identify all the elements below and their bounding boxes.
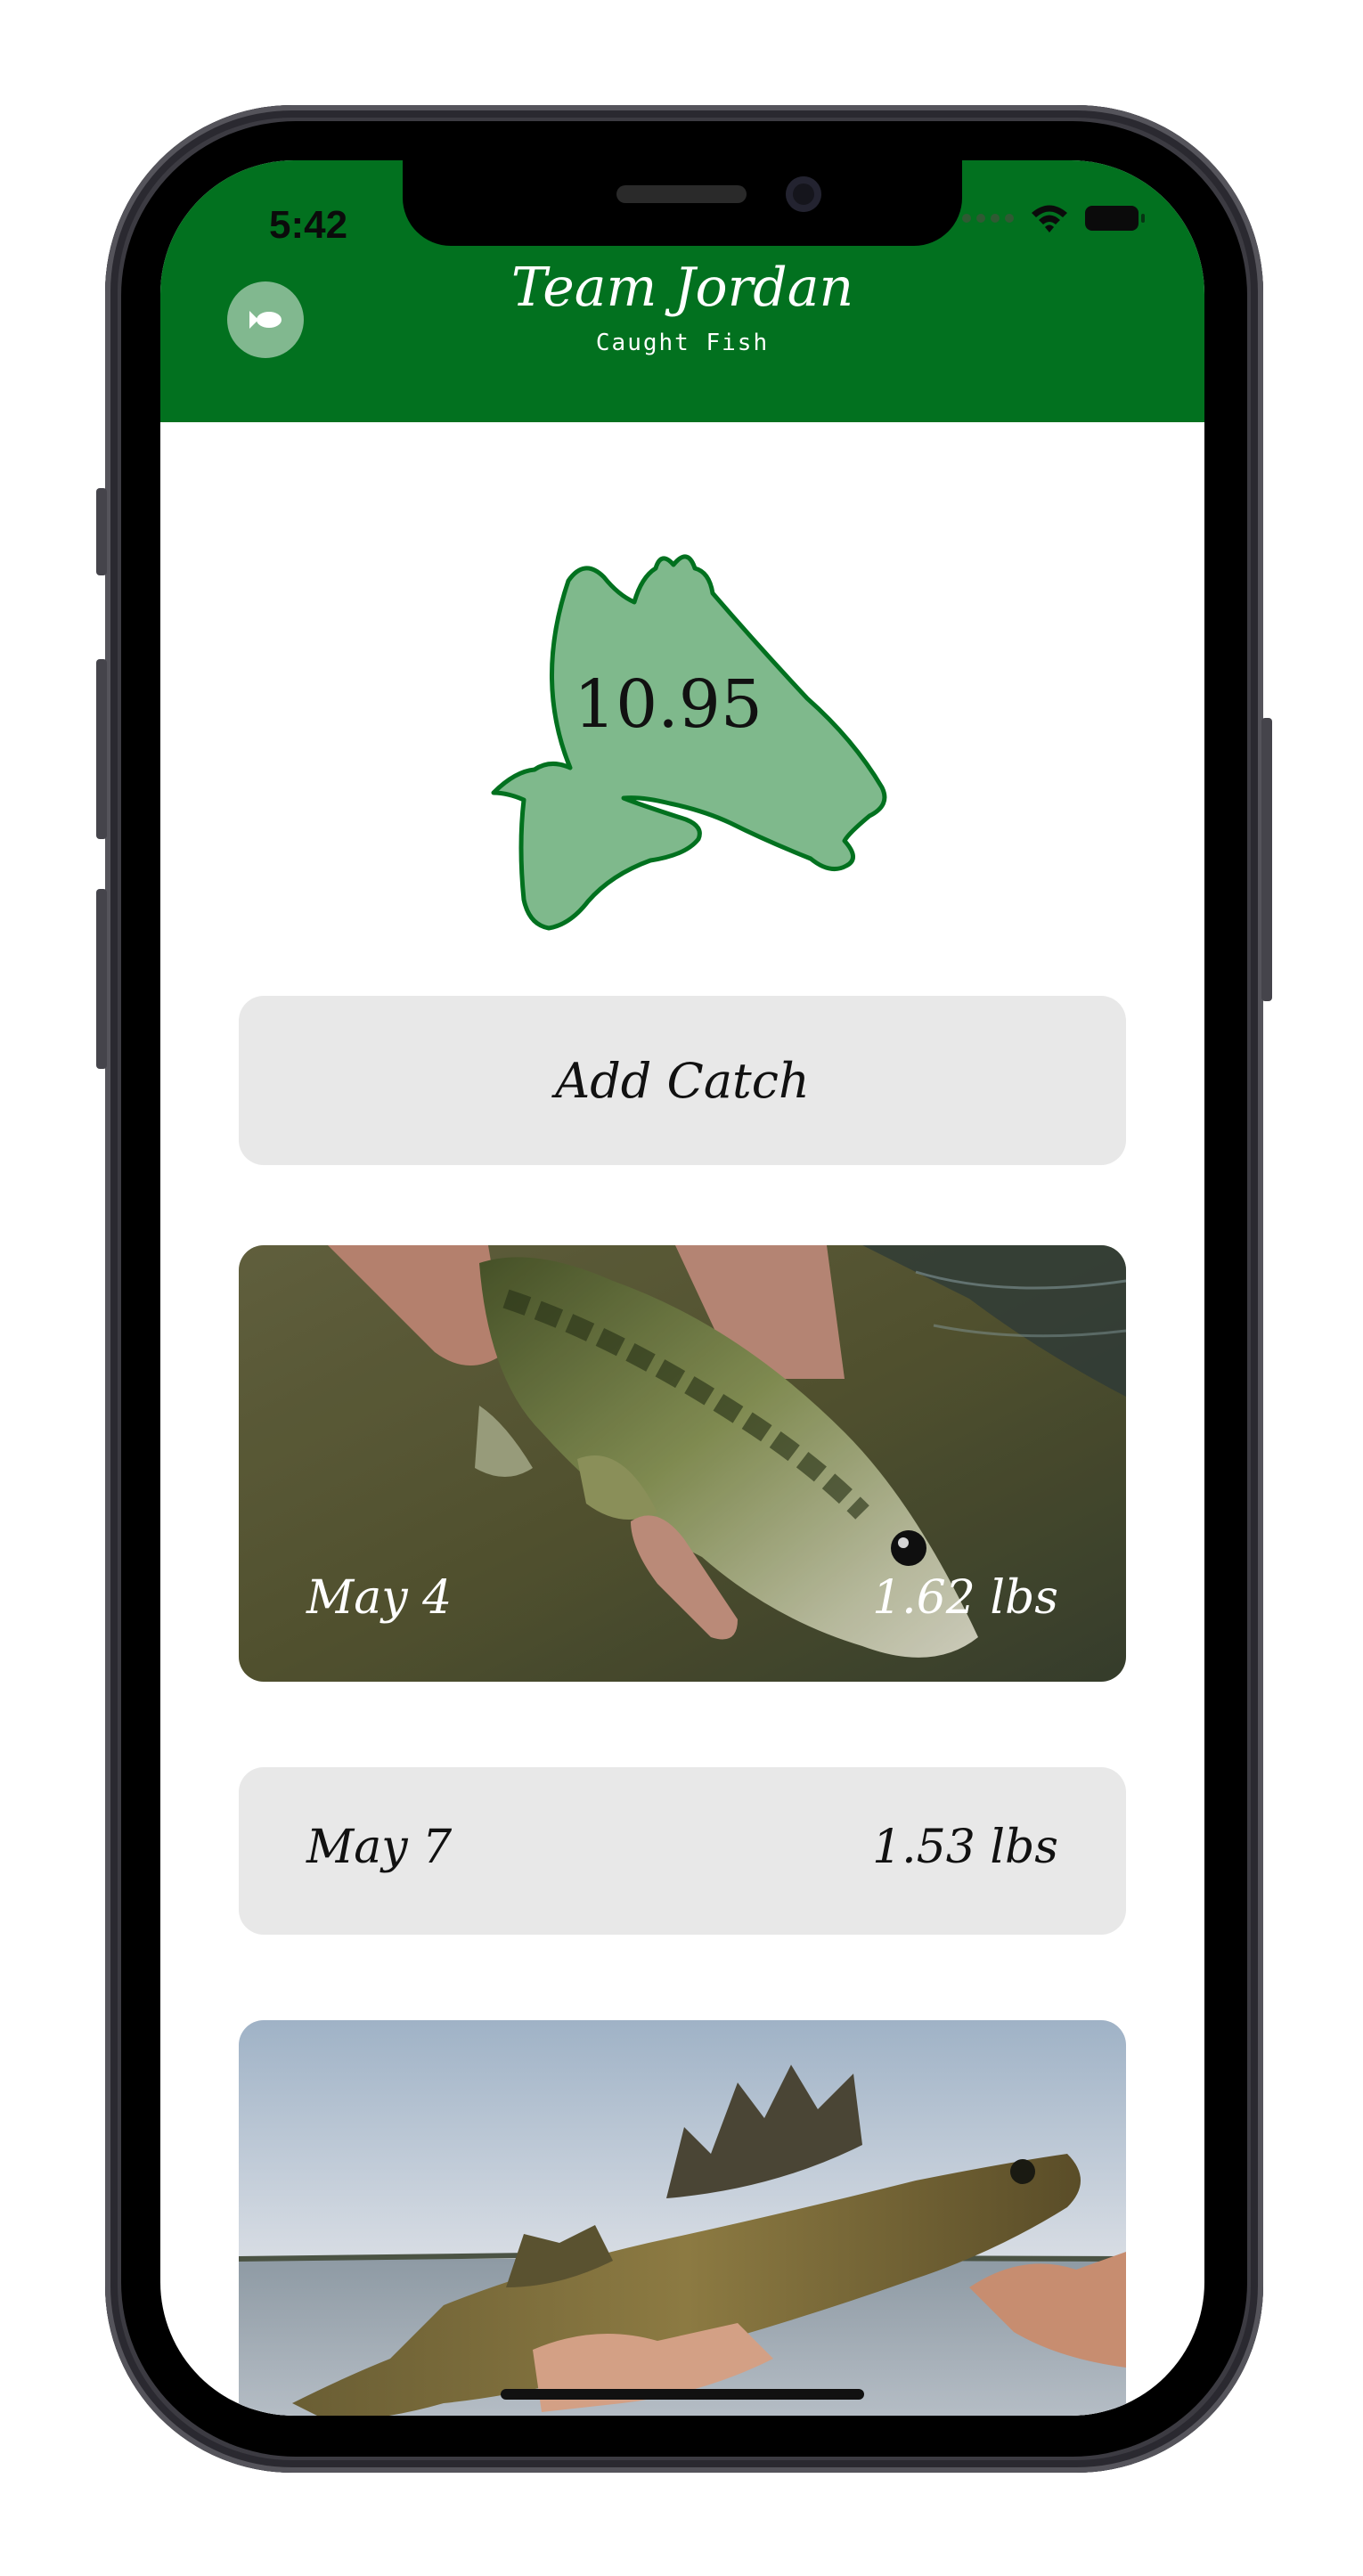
fish-silhouette-icon (491, 554, 887, 931)
volume-down-button (96, 889, 107, 1069)
catch-weight: 1.53 lbs (872, 1821, 1058, 1874)
status-indicators (962, 203, 1145, 233)
speaker (616, 185, 747, 203)
app-header: 5:42 Team Jordan Caught Fish (160, 160, 1204, 422)
total-weight-badge: 10.95 (437, 542, 900, 960)
catch-photo (239, 2020, 1126, 2416)
catch-card[interactable] (239, 2020, 1126, 2416)
volume-up-button (96, 659, 107, 839)
catch-weight: 1.62 lbs (872, 1571, 1058, 1625)
power-button (1261, 718, 1272, 1001)
total-weight-value: 10.95 (574, 666, 763, 743)
front-camera (786, 176, 821, 212)
page-subtitle: Caught Fish (595, 330, 770, 356)
battery-icon (1085, 206, 1145, 231)
app-screen: 5:42 Team Jordan Caught Fish 10.95 Add C… (160, 160, 1204, 2416)
status-time: 5:42 (269, 203, 348, 247)
catch-date: May 7 (306, 1821, 453, 1874)
cellular-signal-icon (962, 214, 1014, 223)
catch-date: May 4 (306, 1571, 453, 1625)
wifi-icon (1032, 205, 1067, 232)
notch (403, 160, 962, 246)
home-indicator[interactable] (501, 2389, 864, 2400)
catch-card[interactable]: May 7 1.53 lbs (239, 1767, 1126, 1935)
add-catch-button[interactable]: Add Catch (239, 996, 1126, 1165)
page-title: Team Jordan (510, 257, 854, 319)
catch-card[interactable]: May 4 1.62 lbs (239, 1245, 1126, 1682)
silent-switch (96, 488, 107, 575)
